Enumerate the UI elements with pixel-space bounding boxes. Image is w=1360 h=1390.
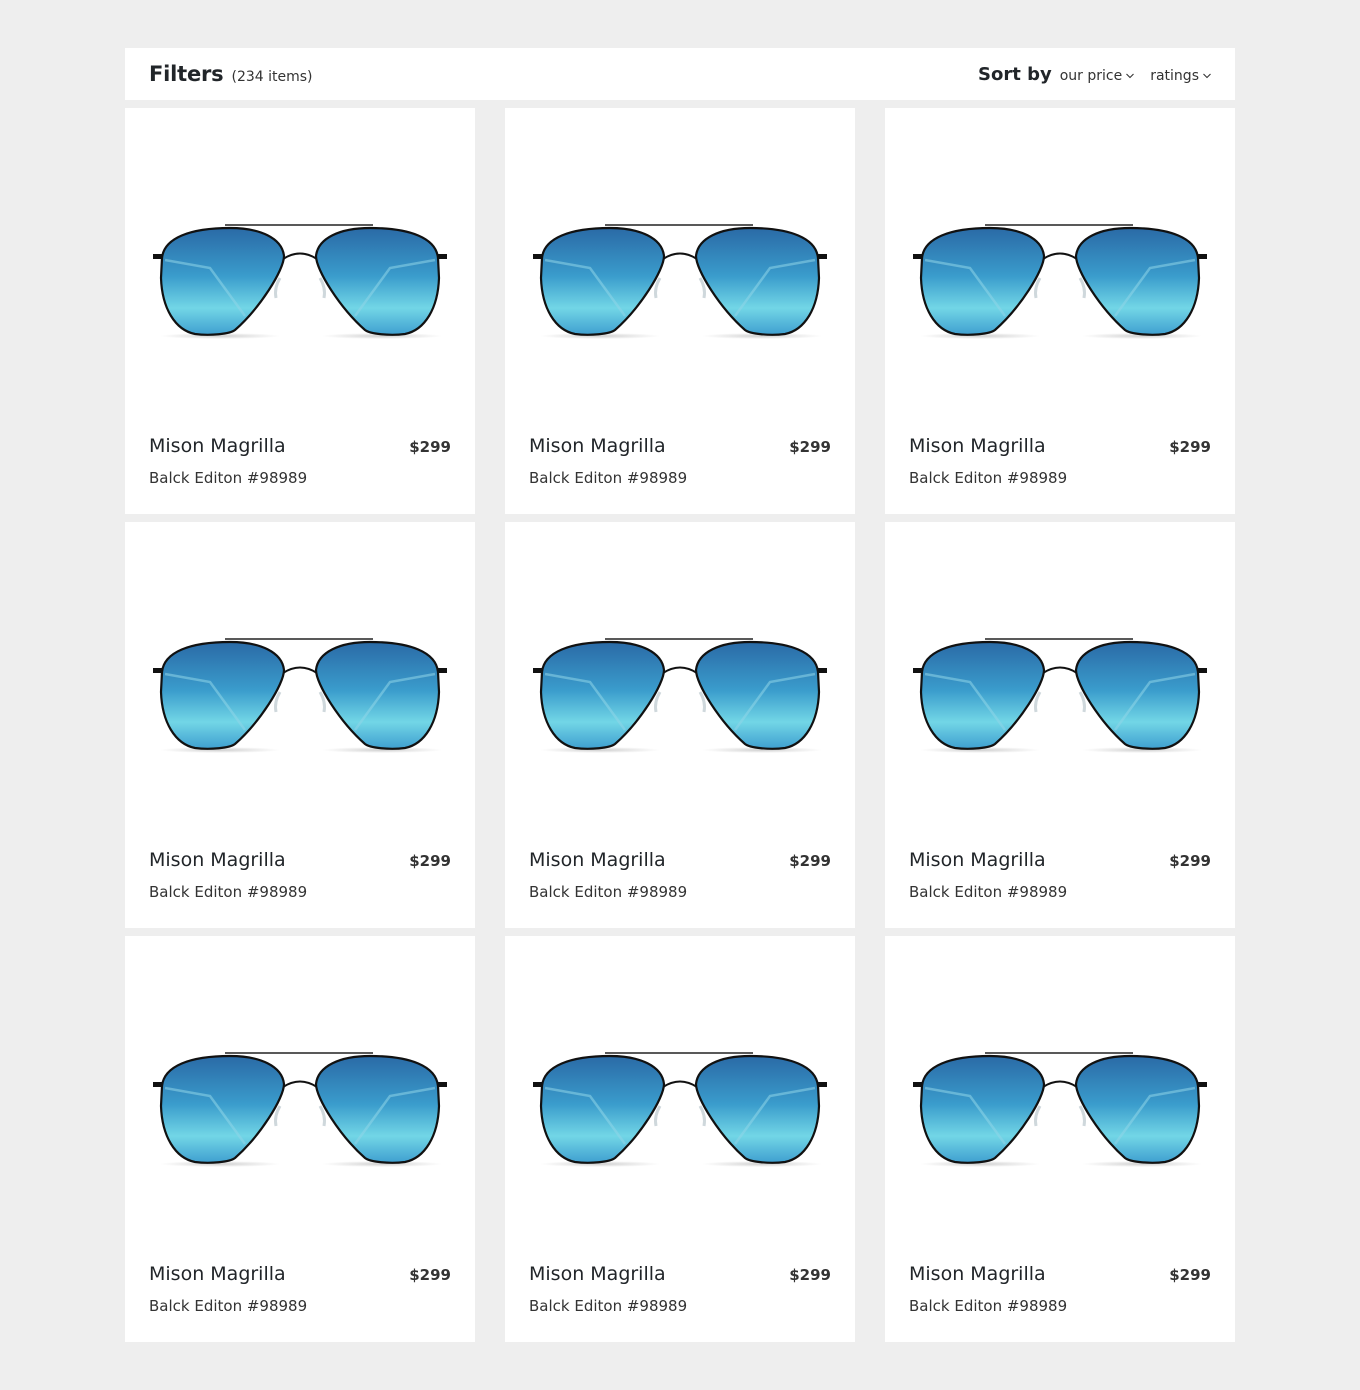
product-card[interactable]: Mison Magrilla $299 Balck Editon #98989 — [505, 108, 855, 514]
product-price: $299 — [789, 438, 831, 456]
product-grid: Mison Magrilla $299 Balck Editon #98989 — [125, 108, 1235, 1342]
product-edition: Balck Editon #98989 — [529, 469, 688, 487]
product-price: $299 — [409, 852, 451, 870]
sort-by-price-dropdown[interactable]: our price — [1060, 68, 1135, 84]
product-edition: Balck Editon #98989 — [909, 1297, 1068, 1315]
product-edition: Balck Editon #98989 — [149, 1297, 308, 1315]
product-price: $299 — [789, 1266, 831, 1284]
chevron-down-icon — [1126, 73, 1135, 79]
product-image — [533, 638, 827, 753]
product-image — [533, 224, 827, 339]
product-card[interactable]: Mison Magrilla $299 Balck Editon #98989 — [125, 522, 475, 928]
product-name[interactable]: Mison Magrilla — [909, 849, 1046, 871]
product-card[interactable]: Mison Magrilla $299 Balck Editon #98989 — [505, 522, 855, 928]
product-price: $299 — [1169, 438, 1211, 456]
product-edition: Balck Editon #98989 — [529, 883, 688, 901]
product-price: $299 — [1169, 852, 1211, 870]
product-card[interactable]: Mison Magrilla $299 Balck Editon #98989 — [885, 936, 1235, 1342]
product-image — [153, 638, 447, 753]
product-name[interactable]: Mison Magrilla — [149, 435, 286, 457]
product-card[interactable]: Mison Magrilla $299 Balck Editon #98989 — [885, 108, 1235, 514]
product-image — [533, 1052, 827, 1167]
product-price: $299 — [1169, 1266, 1211, 1284]
product-price: $299 — [789, 852, 831, 870]
toolbar-header: Filters (234 items) Sort by our price ra… — [125, 48, 1235, 100]
product-name[interactable]: Mison Magrilla — [909, 1263, 1046, 1285]
product-edition: Balck Editon #98989 — [149, 883, 308, 901]
product-name[interactable]: Mison Magrilla — [529, 849, 666, 871]
product-name[interactable]: Mison Magrilla — [529, 435, 666, 457]
filters-section[interactable]: Filters (234 items) — [149, 62, 313, 86]
product-edition: Balck Editon #98989 — [909, 883, 1068, 901]
product-edition: Balck Editon #98989 — [909, 469, 1068, 487]
product-name[interactable]: Mison Magrilla — [529, 1263, 666, 1285]
product-image — [153, 1052, 447, 1167]
item-count: (234 items) — [231, 69, 313, 85]
sort-option-label: ratings — [1150, 67, 1199, 84]
product-image — [913, 638, 1207, 753]
filters-title[interactable]: Filters — [149, 62, 224, 86]
sort-label: Sort by — [978, 63, 1052, 85]
product-price: $299 — [409, 1266, 451, 1284]
sort-section: Sort by our price ratings — [978, 64, 1211, 85]
product-card[interactable]: Mison Magrilla $299 Balck Editon #98989 — [885, 522, 1235, 928]
product-name[interactable]: Mison Magrilla — [149, 1263, 286, 1285]
product-card[interactable]: Mison Magrilla $299 Balck Editon #98989 — [505, 936, 855, 1342]
sort-option-label: our price — [1059, 67, 1123, 84]
sort-by-ratings-dropdown[interactable]: ratings — [1150, 68, 1211, 84]
product-name[interactable]: Mison Magrilla — [149, 849, 286, 871]
product-card[interactable]: Mison Magrilla $299 Balck Editon #98989 — [125, 936, 475, 1342]
product-image — [913, 224, 1207, 339]
product-name[interactable]: Mison Magrilla — [909, 435, 1046, 457]
product-edition: Balck Editon #98989 — [149, 469, 308, 487]
product-edition: Balck Editon #98989 — [529, 1297, 688, 1315]
product-price: $299 — [409, 438, 451, 456]
product-card[interactable]: Mison Magrilla $299 Balck Editon #98989 — [125, 108, 475, 514]
product-image — [913, 1052, 1207, 1167]
product-image — [153, 224, 447, 339]
chevron-down-icon — [1203, 73, 1211, 79]
